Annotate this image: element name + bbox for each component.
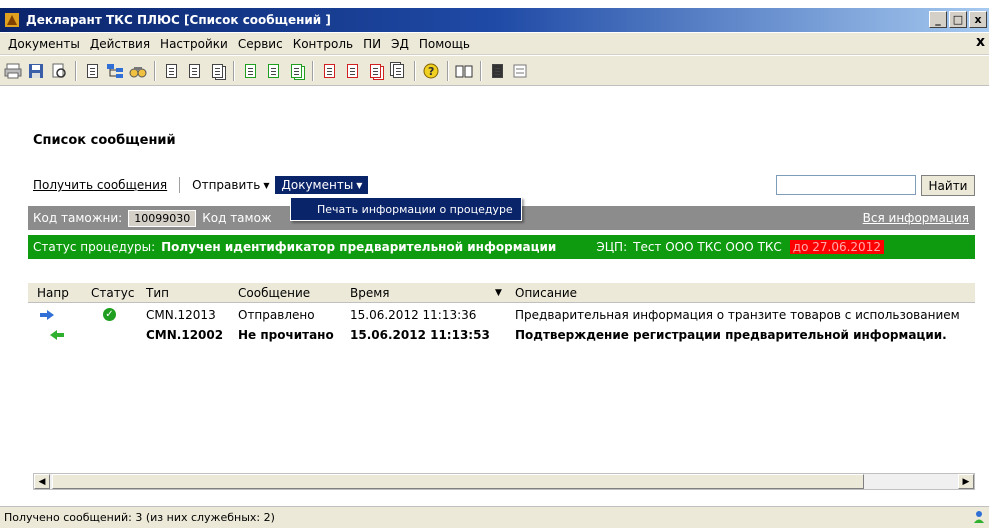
print-icon[interactable] (2, 60, 24, 82)
table-row[interactable]: ✓ CMN.12013 Отправлено 15.06.2012 11:13:… (28, 305, 975, 325)
menu-actions[interactable]: Действия (85, 37, 155, 51)
signature-label: ЭЦП: (596, 240, 628, 254)
all-info-link[interactable]: Вся информация (863, 211, 969, 225)
find-button[interactable]: Найти (921, 175, 975, 196)
sort-desc-icon: ▼ (495, 287, 502, 298)
restore-button[interactable]: □ (949, 11, 967, 28)
procedure-status-value: Получен идентификатор предварительной ин… (161, 240, 557, 254)
toolbar-separator (75, 60, 77, 81)
menu-help[interactable]: Помощь (414, 37, 475, 51)
column-header-status[interactable]: Статус (91, 286, 134, 300)
column-header-time[interactable]: Время (350, 286, 390, 300)
find-icon[interactable] (127, 60, 149, 82)
documents-dropdown[interactable]: Документы ▼ (275, 176, 369, 194)
chevron-down-icon: ▼ (263, 180, 270, 190)
signature-expiry: до 27.06.2012 (789, 240, 884, 254)
svg-text:?: ? (428, 65, 434, 78)
cell-description: Подтверждение регистрации предварительно… (515, 328, 947, 342)
red-document-icon[interactable] (318, 60, 340, 82)
tree-icon[interactable] (104, 60, 126, 82)
help-icon[interactable]: ? (420, 60, 442, 82)
green-document-icon[interactable] (262, 60, 284, 82)
cell-time: 15.06.2012 11:13:36 (350, 308, 477, 322)
preview-icon[interactable] (48, 60, 70, 82)
red-documents-icon[interactable] (364, 60, 386, 82)
customs-code-value: 10099030 (128, 209, 197, 227)
document-icon[interactable] (183, 60, 205, 82)
customs-code-label-2: Код тамож (202, 211, 272, 225)
incoming-arrow-icon (50, 330, 64, 340)
scroll-right-icon[interactable]: ▶ (958, 474, 974, 489)
toolbar-separator (414, 60, 416, 81)
column-header-type[interactable]: Тип (146, 286, 169, 300)
title-bar: Декларант ТКС ПЛЮС [Список сообщений ] _… (0, 8, 989, 32)
menu-settings[interactable]: Настройки (155, 37, 233, 51)
customs-code-label: Код таможни: (33, 211, 123, 225)
outgoing-arrow-icon (40, 310, 54, 320)
dark-document-icon[interactable] (486, 60, 508, 82)
save-icon[interactable] (25, 60, 47, 82)
documents-menu-item-print-procedure[interactable]: Печать информации о процедуре (290, 197, 522, 221)
horizontal-scrollbar[interactable]: ◀ ▶ (33, 473, 975, 490)
toolbar-separator (154, 60, 156, 81)
minimize-button[interactable]: _ (929, 11, 947, 28)
user-icon (974, 511, 984, 523)
procedure-status-bar: Статус процедуры: Получен идентификатор … (28, 235, 975, 259)
window-title: Декларант ТКС ПЛЮС [Список сообщений ] (26, 13, 331, 27)
cell-type: CMN.12002 (146, 328, 224, 342)
menu-control[interactable]: Контроль (288, 37, 358, 51)
document-icon[interactable] (160, 60, 182, 82)
cell-message: Отправлено (238, 308, 315, 322)
cell-type: CMN.12013 (146, 308, 216, 322)
documents-label: Документы (281, 178, 354, 192)
toolbar-separator (447, 60, 449, 81)
window-controls: _ □ x (929, 11, 987, 28)
send-label: Отправить (192, 178, 261, 192)
toolbar-separator (480, 60, 482, 81)
close-button[interactable]: x (969, 11, 987, 28)
red-document-icon[interactable] (341, 60, 363, 82)
send-dropdown[interactable]: Отправить ▼ (192, 178, 269, 192)
status-ok-icon: ✓ (103, 308, 116, 321)
scroll-left-icon[interactable]: ◀ (34, 474, 50, 489)
get-messages-link[interactable]: Получить сообщения (33, 178, 167, 192)
chevron-down-icon: ▼ (356, 180, 363, 190)
cell-time: 15.06.2012 11:13:53 (350, 328, 490, 342)
form-icon[interactable] (509, 60, 531, 82)
copy-icon[interactable] (387, 60, 409, 82)
green-document-icon[interactable] (239, 60, 261, 82)
action-separator (179, 177, 181, 193)
page-title: Список сообщений (33, 133, 176, 148)
menu-bar: Документы Действия Настройки Сервис Конт… (0, 33, 989, 55)
status-bar: Получено сообщений: 3 (из них служебных:… (0, 506, 989, 528)
toolbar: ? (0, 56, 989, 86)
signature-value: Тест ООО ТКС ООО ТКС (633, 240, 782, 254)
green-documents-icon[interactable] (285, 60, 307, 82)
table-row[interactable]: CMN.12002 Не прочитано 15.06.2012 11:13:… (28, 325, 975, 345)
search-input[interactable] (776, 175, 916, 195)
menu-ed[interactable]: ЭД (386, 37, 414, 51)
cell-description: Предварительная информация о транзите то… (515, 308, 960, 322)
menu-documents[interactable]: Документы (3, 37, 85, 51)
action-bar: Получить сообщения Отправить ▼ Документы… (33, 175, 369, 195)
content-area: Список сообщений Получить сообщения Отпр… (0, 87, 989, 490)
status-text: Получено сообщений: 3 (из них служебных:… (4, 511, 275, 524)
toolbar-separator (312, 60, 314, 81)
menu-pi[interactable]: ПИ (358, 37, 386, 51)
column-header-description[interactable]: Описание (515, 286, 577, 300)
documents-icon[interactable] (206, 60, 228, 82)
book-icon[interactable] (453, 60, 475, 82)
app-logo-icon (5, 13, 19, 27)
menu-service[interactable]: Сервис (233, 37, 288, 51)
toolbar-separator (233, 60, 235, 81)
column-header-direction[interactable]: Напр (37, 286, 69, 300)
procedure-status-label: Статус процедуры: (33, 240, 156, 254)
messages-grid-header: Напр Статус Тип Сообщение Время ▼ Описан… (28, 283, 975, 303)
app-window: Декларант ТКС ПЛЮС [Список сообщений ] _… (0, 0, 989, 528)
column-header-message[interactable]: Сообщение (238, 286, 310, 300)
document-add-icon[interactable] (81, 60, 103, 82)
cell-message: Не прочитано (238, 328, 334, 342)
scroll-thumb[interactable] (52, 474, 864, 489)
child-close-button[interactable]: x (976, 34, 985, 50)
